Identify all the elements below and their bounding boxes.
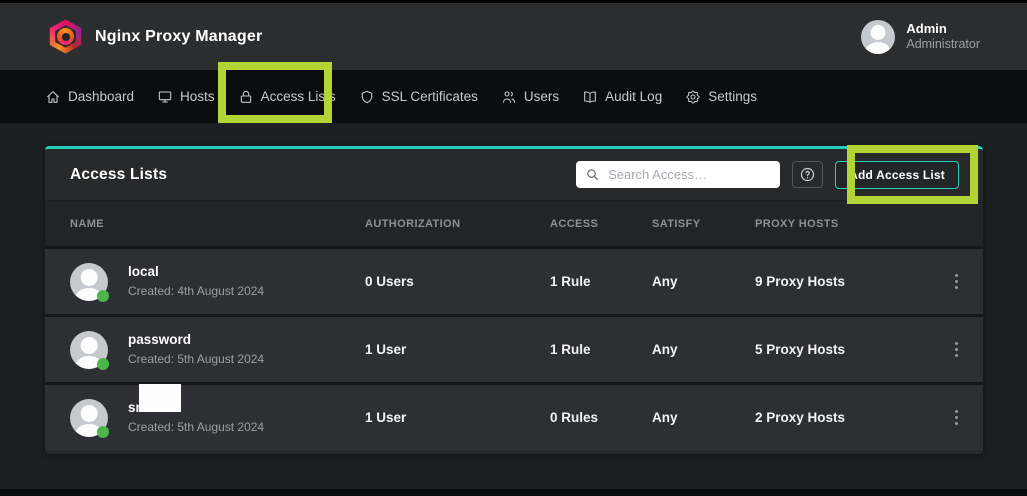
- table-row[interactable]: password Created: 5th August 2024 1 User…: [45, 314, 983, 382]
- access-value: 1 Rule: [550, 342, 652, 357]
- user-avatar: [861, 20, 895, 54]
- card-title: Access Lists: [70, 166, 167, 184]
- add-access-list-button[interactable]: Add Access List: [835, 161, 959, 189]
- brand: Nginx Proxy Manager: [48, 19, 262, 54]
- column-header-satisfy: SATISFY: [652, 218, 755, 230]
- access-list-created: Created: 5th August 2024: [128, 420, 264, 435]
- access-value: 1 Rule: [550, 274, 652, 289]
- home-icon: [45, 89, 61, 105]
- satisfy-value: Any: [652, 274, 755, 289]
- proxy-hosts-value: 5 Proxy Hosts: [755, 342, 930, 357]
- monitor-icon: [157, 89, 173, 105]
- top-bar: Nginx Proxy Manager Admin Administrator: [0, 0, 1027, 70]
- status-dot: [97, 290, 109, 302]
- row-actions-button[interactable]: [949, 404, 965, 432]
- authorization-value: 1 User: [365, 410, 550, 425]
- nav-item-settings[interactable]: Settings: [685, 89, 757, 105]
- avatar: [70, 399, 108, 437]
- book-icon: [582, 89, 598, 105]
- access-lists-card: Access Lists Add Access List NAME AUTHOR…: [45, 146, 983, 454]
- status-dot: [97, 426, 109, 438]
- bottom-edge-bar: [0, 489, 1027, 496]
- app-logo-icon: [48, 19, 83, 54]
- satisfy-value: Any: [652, 410, 755, 425]
- column-header-authorization: AUTHORIZATION: [365, 218, 550, 230]
- access-list-created: Created: 4th August 2024: [128, 284, 264, 299]
- nav-item-users[interactable]: Users: [501, 89, 559, 105]
- lock-icon: [238, 89, 254, 105]
- row-actions-button[interactable]: [949, 268, 965, 296]
- user-role: Administrator: [906, 37, 980, 52]
- proxy-hosts-value: 9 Proxy Hosts: [755, 274, 930, 289]
- table-row[interactable]: sn Created: 5th August 2024 1 User 0 Rul…: [45, 382, 983, 450]
- avatar: [70, 331, 108, 369]
- access-list-name: password: [128, 332, 264, 348]
- nav-item-access-lists[interactable]: Access Lists: [238, 89, 336, 105]
- user-menu[interactable]: Admin Administrator: [861, 20, 980, 54]
- user-name: Admin: [906, 21, 980, 37]
- status-dot: [97, 358, 109, 370]
- help-icon: [799, 166, 816, 183]
- users-icon: [501, 89, 517, 105]
- access-value: 0 Rules: [550, 410, 652, 425]
- nav-item-dashboard[interactable]: Dashboard: [45, 89, 134, 105]
- app-title: Nginx Proxy Manager: [95, 28, 262, 46]
- nav-item-audit-log[interactable]: Audit Log: [582, 89, 662, 105]
- row-actions-button[interactable]: [949, 336, 965, 364]
- redaction-box: [139, 384, 181, 412]
- authorization-value: 1 User: [365, 342, 550, 357]
- authorization-value: 0 Users: [365, 274, 550, 289]
- column-header-name: NAME: [70, 218, 365, 230]
- shield-icon: [359, 89, 375, 105]
- column-header-access: ACCESS: [550, 218, 652, 230]
- search-box: [576, 161, 780, 188]
- satisfy-value: Any: [652, 342, 755, 357]
- table-header-row: NAME AUTHORIZATION ACCESS SATISFY PROXY …: [45, 200, 983, 246]
- page: Nginx Proxy Manager Admin Administrator …: [0, 0, 1027, 496]
- avatar: [70, 263, 108, 301]
- search-icon: [585, 167, 600, 182]
- access-list-created: Created: 5th August 2024: [128, 352, 264, 367]
- table-row[interactable]: local Created: 4th August 2024 0 Users 1…: [45, 246, 983, 314]
- nav-item-hosts[interactable]: Hosts: [157, 89, 215, 105]
- proxy-hosts-value: 2 Proxy Hosts: [755, 410, 930, 425]
- access-list-name: local: [128, 264, 264, 280]
- search-input[interactable]: [608, 167, 771, 182]
- help-button[interactable]: [792, 161, 823, 188]
- gear-icon: [685, 89, 701, 105]
- column-header-proxy-hosts: PROXY HOSTS: [755, 218, 930, 230]
- nav-item-ssl-certificates[interactable]: SSL Certificates: [359, 89, 478, 105]
- main-nav: Dashboard Hosts Access Lists SSL Certifi…: [0, 70, 1027, 123]
